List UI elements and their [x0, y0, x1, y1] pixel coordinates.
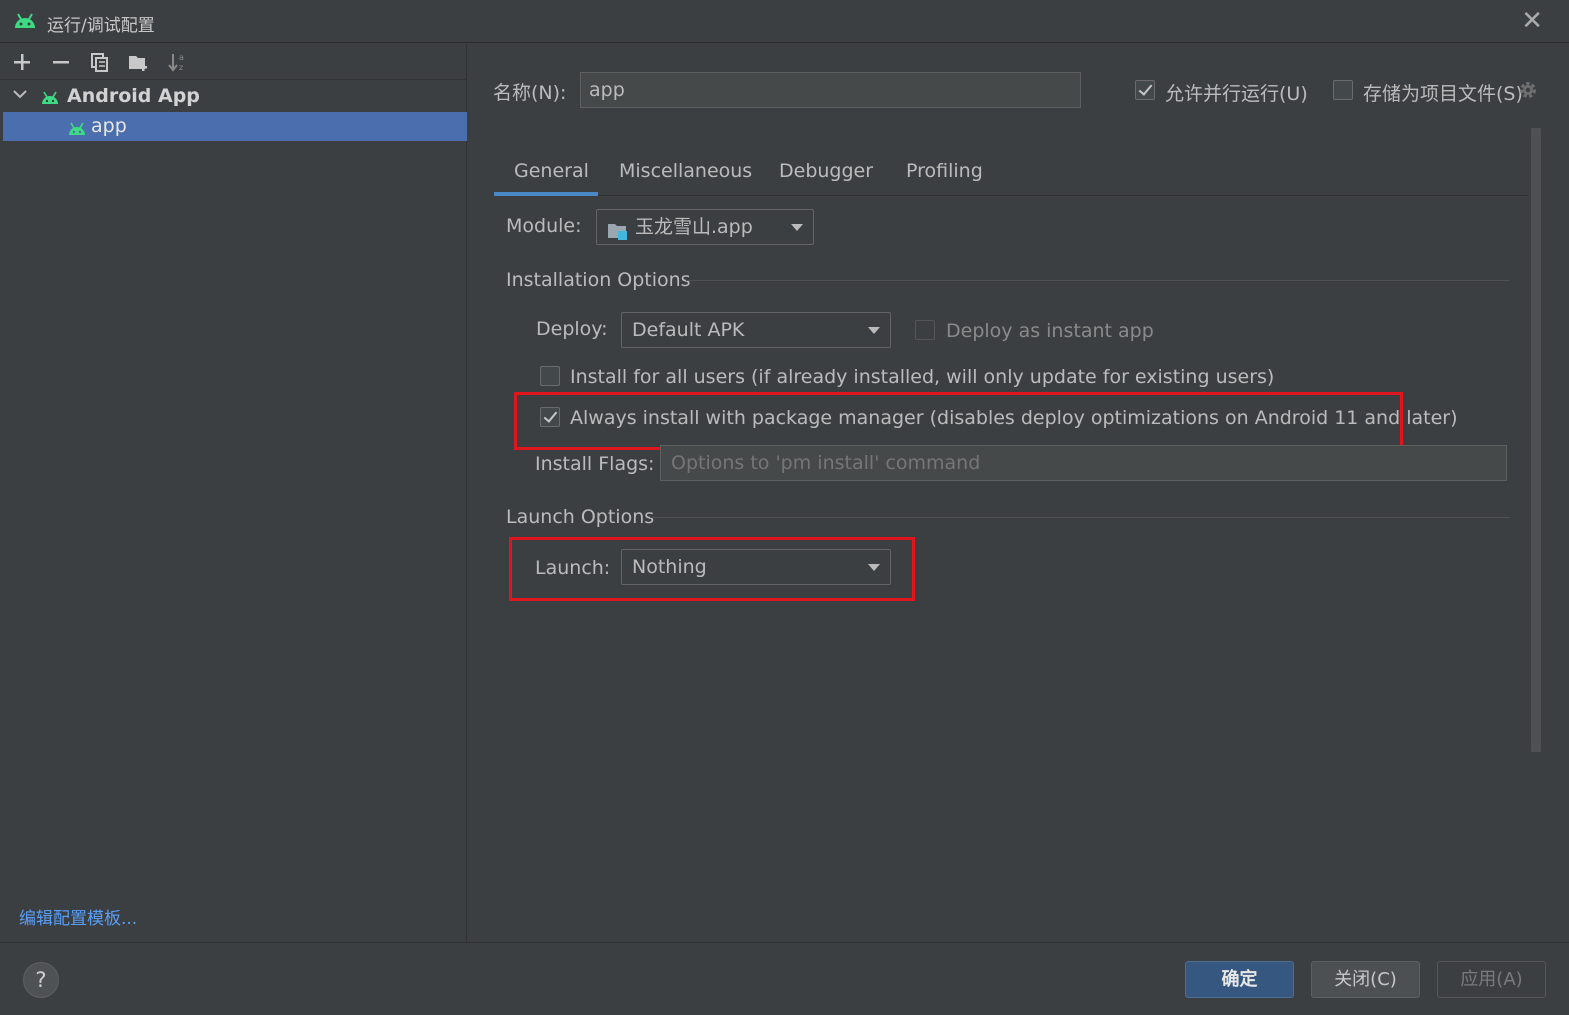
install-flags-input[interactable]: Options to 'pm install' command: [660, 445, 1507, 481]
tab-miscellaneous[interactable]: Miscellaneous: [619, 160, 752, 182]
deploy-value: Default APK: [632, 319, 745, 341]
sort-icon[interactable]: az: [165, 50, 191, 74]
svg-text:z: z: [179, 63, 183, 72]
tab-bar: General Miscellaneous Debugger Profiling: [493, 148, 1528, 196]
active-tab-indicator: [494, 192, 598, 196]
section-divider: [650, 517, 1510, 518]
tab-profiling[interactable]: Profiling: [906, 160, 983, 182]
tree-node-label: Android App: [67, 85, 200, 107]
android-icon: [40, 88, 60, 110]
module-label: Module:: [506, 215, 582, 237]
android-icon: [12, 10, 38, 35]
install-all-users-checkbox[interactable]: [540, 366, 560, 386]
tree-node-label: app: [91, 115, 127, 137]
install-flags-label: Install Flags:: [535, 453, 655, 475]
section-divider: [686, 280, 1510, 281]
store-as-file-checkbox[interactable]: [1333, 80, 1353, 100]
name-label: 名称(N):: [493, 82, 567, 104]
configuration-editor: 名称(N): app 允许并行运行(U) 存储为项目文件(S) General …: [468, 44, 1569, 942]
tree-node-app[interactable]: app: [3, 112, 467, 141]
module-folder-icon: [607, 218, 629, 252]
vertical-scrollbar[interactable]: [1531, 128, 1541, 752]
android-icon: [67, 119, 87, 141]
tab-general[interactable]: General: [514, 160, 589, 182]
dialog-footer: ? 确定 关闭(C) 应用(A): [0, 942, 1569, 1015]
tree-node-android-app[interactable]: Android App: [0, 82, 467, 112]
chevron-down-icon: [868, 564, 880, 571]
name-input[interactable]: app: [580, 72, 1081, 108]
tree-toolbar: az: [0, 44, 467, 80]
configuration-tree-panel: az Android App app 编辑配置模板...: [0, 44, 467, 942]
allow-parallel-checkbox[interactable]: [1135, 80, 1155, 100]
window-title: 运行/调试配置: [47, 16, 155, 36]
launch-label: Launch:: [535, 557, 611, 579]
tab-debugger[interactable]: Debugger: [779, 160, 873, 182]
copy-icon[interactable]: [87, 50, 113, 74]
chevron-down-icon[interactable]: [12, 85, 28, 107]
apply-button[interactable]: 应用(A): [1437, 961, 1546, 998]
gear-icon[interactable]: [1517, 79, 1539, 106]
allow-parallel-label[interactable]: 允许并行运行(U): [1165, 79, 1308, 106]
install-all-users-label[interactable]: Install for all users (if already instal…: [570, 366, 1274, 388]
edit-templates-link[interactable]: 编辑配置模板...: [19, 904, 137, 929]
launch-value: Nothing: [632, 556, 707, 578]
add-icon[interactable]: [9, 50, 35, 74]
instant-app-label[interactable]: Deploy as instant app: [946, 320, 1154, 342]
title-bar: 运行/调试配置 ✕: [0, 0, 1569, 43]
always-pm-checkbox[interactable]: [540, 407, 560, 427]
always-pm-label[interactable]: Always install with package manager (dis…: [570, 407, 1458, 429]
deploy-select[interactable]: Default APK: [621, 312, 891, 348]
ok-button[interactable]: 确定: [1185, 961, 1294, 998]
module-select[interactable]: 玉龙雪山.app: [596, 209, 814, 245]
store-as-file-label[interactable]: 存储为项目文件(S): [1363, 79, 1523, 106]
help-button[interactable]: ?: [23, 962, 59, 998]
chevron-down-icon: [868, 327, 880, 334]
svg-text:a: a: [179, 53, 184, 62]
new-folder-icon[interactable]: [126, 50, 152, 74]
chevron-down-icon: [791, 224, 803, 231]
installation-options-title: Installation Options: [506, 269, 691, 291]
close-icon[interactable]: ✕: [1521, 8, 1543, 34]
module-value: 玉龙雪山.app: [635, 216, 753, 238]
launch-options-title: Launch Options: [506, 506, 655, 528]
remove-icon[interactable]: [48, 50, 74, 74]
instant-app-checkbox[interactable]: [915, 320, 935, 340]
close-button[interactable]: 关闭(C): [1311, 961, 1420, 998]
launch-select[interactable]: Nothing: [621, 549, 891, 585]
deploy-label: Deploy:: [536, 318, 608, 340]
